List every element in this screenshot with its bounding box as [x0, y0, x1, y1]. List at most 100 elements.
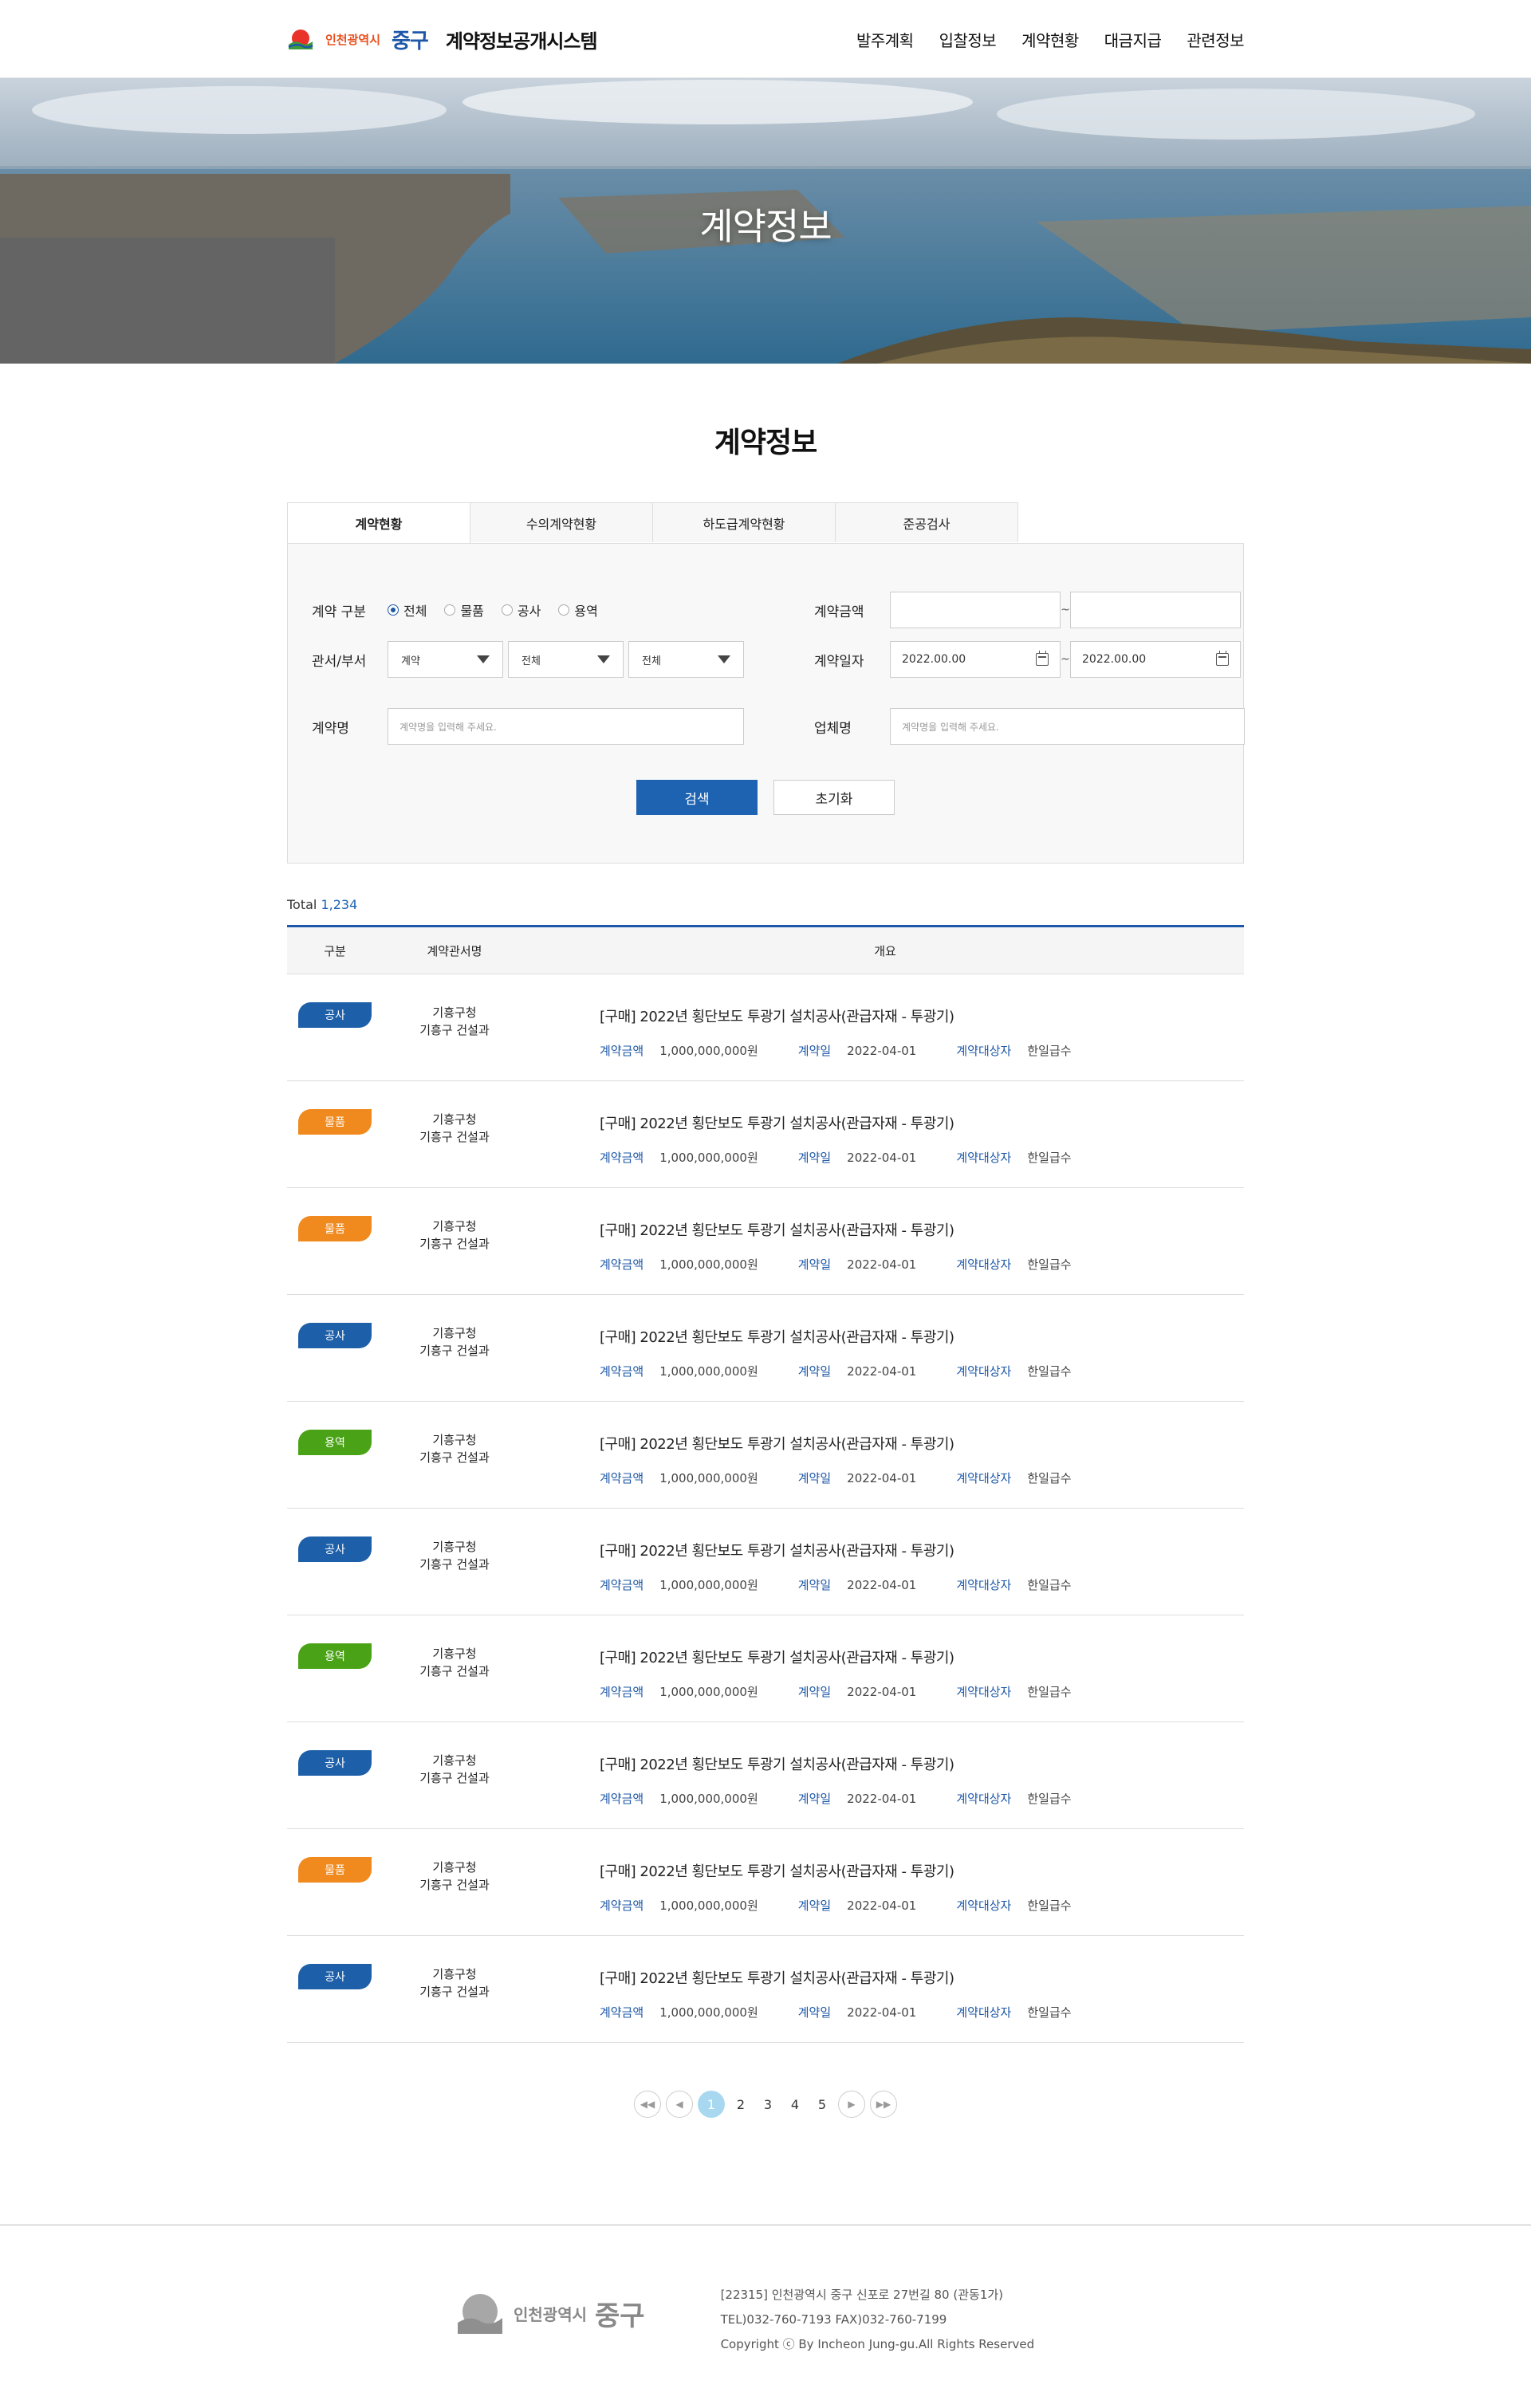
vendor-key: 계약대상자	[956, 1898, 1012, 1913]
radio-goods-label: 물품	[460, 604, 484, 619]
table-row[interactable]: 용역 기흥구청 기흥구 건설과 [구매] 2022년 횡단보도 투광기 설치공사…	[287, 1402, 1244, 1509]
dept-cell: 기흥구청 기흥구 건설과	[383, 1857, 526, 1894]
contract-name-input[interactable]: 계약명을 입력해 주세요.	[388, 708, 744, 745]
chevron-down-icon	[477, 655, 490, 663]
calendar-icon[interactable]	[1036, 651, 1049, 666]
contract-title[interactable]: [구매] 2022년 횡단보도 투광기 설치공사(관급자재 - 투광기)	[600, 1430, 1244, 1454]
search-row-dept: 관서/부서 계약 전체 전체 계약일자 2022.00.00 ~ 2022.00…	[312, 639, 1241, 679]
table-row[interactable]: 물품 기흥구청 기흥구 건설과 [구매] 2022년 횡단보도 투광기 설치공사…	[287, 1081, 1244, 1188]
table-row[interactable]: 공사 기흥구청 기흥구 건설과 [구매] 2022년 횡단보도 투광기 설치공사…	[287, 974, 1244, 1081]
dept-division: 기흥구 건설과	[419, 1344, 490, 1358]
radio-goods-dot[interactable]	[444, 604, 456, 616]
company-label: 업체명	[814, 720, 852, 737]
nav-item-bid-info[interactable]: 입찰정보	[939, 28, 997, 51]
banner-title: 계약정보	[699, 205, 832, 248]
radio-all-dot[interactable]	[388, 604, 399, 616]
date-from-input[interactable]: 2022.00.00	[890, 641, 1061, 678]
tab-private-contract[interactable]: 수의계약현황	[470, 502, 653, 542]
date-to-input[interactable]: 2022.00.00	[1070, 641, 1241, 678]
radio-construction[interactable]: 공사	[501, 600, 541, 620]
contract-title[interactable]: [구매] 2022년 횡단보도 투광기 설치공사(관급자재 - 투광기)	[600, 1643, 1244, 1667]
company-name-input[interactable]: 계약명을 입력해 주세요.	[890, 708, 1245, 745]
table-row[interactable]: 공사 기흥구청 기흥구 건설과 [구매] 2022년 횡단보도 투광기 설치공사…	[287, 1509, 1244, 1615]
date-value: 2022-04-01	[847, 1684, 917, 1699]
last-page-icon[interactable]: ▶▶	[870, 2091, 897, 2118]
radio-all[interactable]: 전체	[388, 600, 427, 620]
date-key: 계약일	[797, 1471, 832, 1485]
prev-page-icon[interactable]: ◀	[666, 2091, 693, 2118]
amount-value: 1,000,000,000원	[659, 1151, 758, 1165]
table-row[interactable]: 물품 기흥구청 기흥구 건설과 [구매] 2022년 횡단보도 투광기 설치공사…	[287, 1188, 1244, 1295]
summary-cell: [구매] 2022년 횡단보도 투광기 설치공사(관급자재 - 투광기) 계약금…	[526, 1536, 1244, 1593]
contract-title[interactable]: [구매] 2022년 횡단보도 투광기 설치공사(관급자재 - 투광기)	[600, 1216, 1244, 1240]
vendor-key: 계약대상자	[956, 1151, 1012, 1165]
contract-title[interactable]: [구매] 2022년 횡단보도 투광기 설치공사(관급자재 - 투광기)	[600, 1323, 1244, 1347]
next-page-icon[interactable]: ▶	[838, 2091, 865, 2118]
date-value: 2022-04-01	[847, 1577, 917, 1592]
logo-small-text: 인천광역시	[325, 32, 381, 47]
contract-title[interactable]: [구매] 2022년 횡단보도 투광기 설치공사(관급자재 - 투광기)	[600, 1857, 1244, 1881]
footer-logo: 인천광역시 중구	[455, 2288, 645, 2339]
amount-tilde: ~	[1061, 604, 1070, 616]
amount-from-input[interactable]	[890, 592, 1061, 628]
vendor-value: 한일급수	[1027, 2005, 1072, 2020]
dept-select-2[interactable]: 전체	[508, 641, 624, 678]
amount-to-input[interactable]	[1070, 592, 1241, 628]
amount-key: 계약금액	[600, 1685, 644, 1699]
dept-select-1[interactable]: 계약	[388, 641, 503, 678]
table-row[interactable]: 물품 기흥구청 기흥구 건설과 [구매] 2022년 횡단보도 투광기 설치공사…	[287, 1829, 1244, 1936]
summary-cell: [구매] 2022년 횡단보도 투광기 설치공사(관급자재 - 투광기) 계약금…	[526, 1323, 1244, 1379]
dept-office: 기흥구청	[432, 1753, 477, 1768]
amount-key: 계약금액	[600, 1471, 644, 1485]
radio-service[interactable]: 용역	[558, 600, 598, 620]
page-5[interactable]: 5	[811, 2091, 833, 2118]
radio-construction-dot[interactable]	[501, 604, 513, 616]
type-cell: 공사	[287, 1323, 383, 1348]
tab-contract-status[interactable]: 계약현황	[287, 502, 470, 543]
radio-service-dot[interactable]	[558, 604, 570, 616]
page-3[interactable]: 3	[757, 2091, 779, 2118]
contract-title[interactable]: [구매] 2022년 횡단보도 투광기 설치공사(관급자재 - 투광기)	[600, 1109, 1244, 1133]
contract-title[interactable]: [구매] 2022년 횡단보도 투광기 설치공사(관급자재 - 투광기)	[600, 1536, 1244, 1560]
nav-item-contract-status[interactable]: 계약현황	[1021, 28, 1079, 51]
page-4[interactable]: 4	[784, 2091, 806, 2118]
dept-cell: 기흥구청 기흥구 건설과	[383, 1430, 526, 1466]
first-page-icon[interactable]: ◀◀	[634, 2091, 661, 2118]
brand-logo[interactable]: 인천광역시 중구 계약정보공개시스템	[287, 25, 598, 54]
dept-office: 기흥구청	[432, 1647, 477, 1661]
table-row[interactable]: 공사 기흥구청 기흥구 건설과 [구매] 2022년 횡단보도 투광기 설치공사…	[287, 1295, 1244, 1402]
site-title: 계약정보공개시스템	[445, 30, 598, 53]
contract-title[interactable]: [구매] 2022년 횡단보도 투광기 설치공사(관급자재 - 투광기)	[600, 1002, 1244, 1026]
vendor-value: 한일급수	[1027, 1898, 1072, 1913]
nav-item-payment[interactable]: 대금지급	[1104, 28, 1162, 51]
reset-button[interactable]: 초기화	[773, 780, 895, 815]
page-title: 계약정보	[714, 427, 817, 459]
vendor-key: 계약대상자	[956, 1044, 1012, 1058]
tab-subcontract[interactable]: 하도급계약현황	[652, 502, 836, 542]
amount-key: 계약금액	[600, 1044, 644, 1058]
tab-completion-inspection[interactable]: 준공검사	[835, 502, 1018, 542]
dept-select-3[interactable]: 전체	[628, 641, 744, 678]
search-button[interactable]: 검색	[636, 780, 758, 815]
type-cell: 공사	[287, 1002, 383, 1028]
page-2[interactable]: 2	[730, 2091, 752, 2118]
table-row[interactable]: 공사 기흥구청 기흥구 건설과 [구매] 2022년 횡단보도 투광기 설치공사…	[287, 1722, 1244, 1829]
calendar-icon[interactable]	[1216, 651, 1229, 666]
contract-name-placeholder: 계약명을 입력해 주세요.	[399, 721, 497, 733]
date-value: 2022-04-01	[847, 1150, 917, 1165]
amount-value: 1,000,000,000원	[659, 2005, 758, 2020]
contract-title[interactable]: [구매] 2022년 횡단보도 투광기 설치공사(관급자재 - 투광기)	[600, 1750, 1244, 1774]
date-group: 계약일자 2022.00.00 ~ 2022.00.00	[814, 639, 1241, 679]
radio-goods[interactable]: 물품	[444, 600, 484, 620]
contract-title[interactable]: [구매] 2022년 횡단보도 투광기 설치공사(관급자재 - 투광기)	[600, 1964, 1244, 1988]
amount-key: 계약금액	[600, 2005, 644, 2020]
table-row[interactable]: 공사 기흥구청 기흥구 건설과 [구매] 2022년 횡단보도 투광기 설치공사…	[287, 1936, 1244, 2043]
footer-address: [22315] 인천광역시 중구 신포로 27번길 80 (관동1가)	[720, 2288, 1004, 2302]
vendor-key: 계약대상자	[956, 2005, 1012, 2020]
amount-value: 1,000,000,000원	[659, 1578, 758, 1592]
table-row[interactable]: 용역 기흥구청 기흥구 건설과 [구매] 2022년 횡단보도 투광기 설치공사…	[287, 1615, 1244, 1722]
page-1[interactable]: 1	[698, 2091, 725, 2118]
nav-item-order-plan[interactable]: 발주계획	[856, 28, 914, 51]
nav-item-related-info[interactable]: 관련정보	[1187, 28, 1244, 51]
type-cell: 물품	[287, 1857, 383, 1883]
